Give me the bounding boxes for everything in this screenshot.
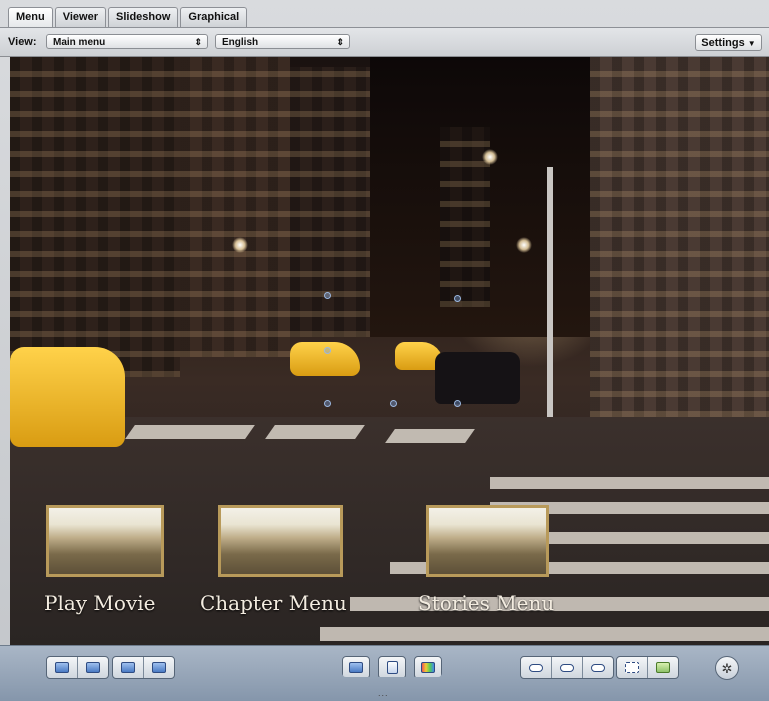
group-button[interactable] [113, 657, 144, 678]
handle-icon[interactable] [454, 400, 461, 407]
tab-slideshow[interactable]: Slideshow [108, 7, 179, 27]
handle-icon[interactable] [324, 347, 331, 354]
handle-icon[interactable] [390, 400, 397, 407]
figure-icon: ✲ [721, 661, 733, 676]
safe-area-button[interactable] [648, 657, 678, 678]
select-arrows-icon: ⇕ [194, 37, 202, 47]
taxi-cab [10, 347, 125, 447]
folder-icon [349, 662, 363, 673]
streetlight-glow [482, 149, 498, 165]
document-icon [386, 661, 398, 674]
palette-icon [421, 662, 435, 673]
tab-viewer[interactable]: Viewer [54, 7, 107, 27]
crosswalk-stripe [320, 627, 769, 641]
rounded-button-icon [529, 663, 543, 672]
car [435, 352, 520, 404]
button-with-pointer-icon [560, 663, 574, 672]
accessibility-button[interactable]: ✲ [715, 656, 739, 680]
button-thumbnail [46, 505, 164, 577]
button-with-handles-icon [591, 663, 605, 672]
building-right [590, 57, 769, 417]
button-shape-2[interactable] [552, 657, 583, 678]
button-group-left-1 [46, 656, 109, 679]
handle-icon[interactable] [454, 295, 461, 302]
button-group-center [342, 656, 442, 677]
layer-front-icon [86, 662, 100, 673]
button-group-left-2 [112, 656, 175, 679]
crosswalk-stripe [125, 425, 255, 439]
add-document-button[interactable] [378, 656, 406, 677]
frame-icon [625, 662, 639, 673]
select-arrows-icon: ⇕ [336, 37, 344, 47]
arrange-back-button[interactable] [47, 657, 78, 678]
arrange-front-button[interactable] [78, 657, 108, 678]
tab-menu[interactable]: Menu [8, 7, 53, 27]
handle-icon[interactable] [324, 292, 331, 299]
settings-label: Settings [701, 37, 745, 49]
ungroup-icon [152, 662, 166, 673]
language-select-value: English [222, 37, 259, 48]
tab-bar: Menu Viewer Slideshow Graphical [8, 7, 248, 27]
view-select[interactable]: Main menu ⇕ [46, 34, 208, 49]
ungroup-button[interactable] [144, 657, 174, 678]
crosswalk-stripe [265, 425, 365, 439]
button-shape-3[interactable] [583, 657, 613, 678]
button-thumbnail [218, 505, 343, 577]
crosswalk-stripe [385, 429, 475, 443]
crosswalk-stripe [490, 477, 769, 489]
dvd-menu-editor-window: Menu Viewer Slideshow Graphical View: Ma… [0, 0, 769, 701]
lamp-post [547, 167, 553, 432]
menu-button-label: Stories Menu [418, 591, 555, 615]
safe-area-icon [656, 662, 670, 673]
building-left [10, 57, 180, 377]
settings-button[interactable]: Settings ▼ [695, 34, 762, 51]
crosswalk-stripe [350, 597, 769, 611]
status-indicator: ... [378, 688, 389, 698]
chevron-down-icon: ▼ [747, 39, 756, 48]
palette-button[interactable] [414, 656, 442, 677]
menu-button-label: Chapter Menu [200, 591, 347, 615]
button-thumbnail [426, 505, 549, 577]
streetlight-glow [516, 237, 532, 253]
fit-frame-button[interactable] [617, 657, 648, 678]
menu-button-label: Play Movie [44, 591, 156, 615]
view-select-value: Main menu [53, 37, 106, 48]
building-left-2 [180, 57, 290, 357]
button-group-right-2 [616, 656, 679, 679]
menu-preview-canvas[interactable]: Play Movie Chapter Menu Stories Menu [10, 57, 769, 645]
view-label: View: [8, 36, 37, 48]
tab-graphical[interactable]: Graphical [180, 7, 248, 27]
handle-icon[interactable] [324, 400, 331, 407]
group-icon [121, 662, 135, 673]
button-shape-1[interactable] [521, 657, 552, 678]
layer-back-icon [55, 662, 69, 673]
streetlight-glow [232, 237, 248, 253]
add-folder-button[interactable] [342, 656, 370, 677]
language-select[interactable]: English ⇕ [215, 34, 350, 49]
button-group-right-1 [520, 656, 614, 679]
toolbar: View: Main menu ⇕ English ⇕ Settings ▼ [0, 28, 769, 57]
